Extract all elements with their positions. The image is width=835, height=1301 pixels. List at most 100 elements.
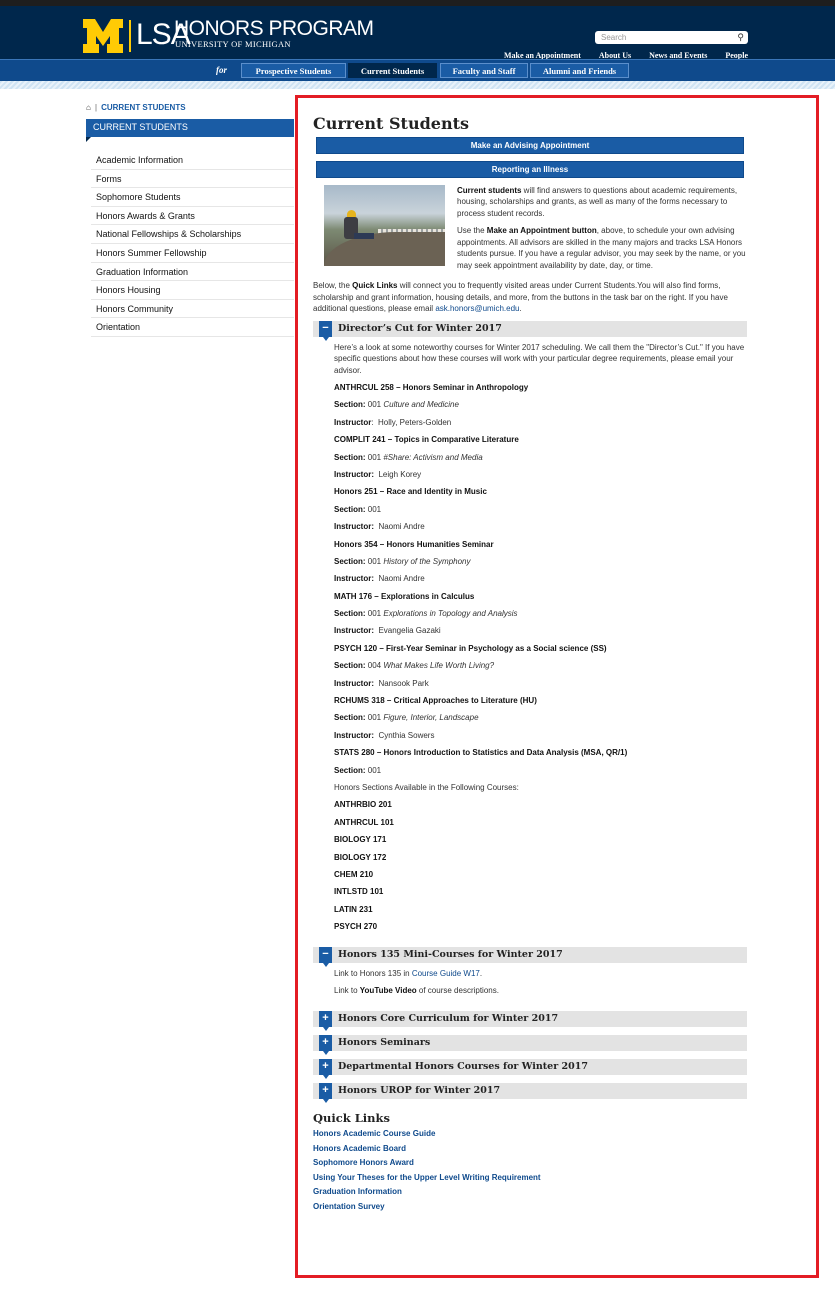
course-detail-row: Instructor: Holly, Peters-Golden (334, 417, 749, 434)
course-title-row: Honors 354 – Honors Humanities Seminar (334, 539, 749, 556)
detail-label: Section: (334, 609, 366, 619)
course-guide-link[interactable]: Course Guide W17 (412, 969, 480, 978)
course-title: PSYCH 270 (334, 922, 378, 932)
site-header: LSA HONORS PROGRAM UNIVERSITY OF MICHIGA… (0, 6, 835, 60)
sidebar-item-honors-awards[interactable]: Honors Awards & Grants (91, 207, 294, 226)
accordion-honors-seminars[interactable]: + Honors Seminars (313, 1034, 747, 1055)
directors-cut-intro: Here’s a look at some noteworthy courses… (334, 342, 745, 375)
detail-label: Instructor (334, 417, 372, 427)
quick-link-orientation-survey[interactable]: Orientation Survey (313, 1201, 749, 1216)
tab-faculty-staff[interactable]: Faculty and Staff (440, 63, 528, 78)
expand-icon[interactable]: + (319, 1058, 332, 1079)
course-detail-row: Section: 001 (334, 504, 749, 521)
sidebar-item-honors-community[interactable]: Honors Community (91, 300, 294, 319)
accordion-title[interactable]: Honors 135 Mini-Courses for Winter 2017 (338, 947, 563, 963)
accordion-honors-urop[interactable]: + Honors UROP for Winter 2017 (313, 1082, 747, 1103)
student-photo (324, 184, 445, 266)
accordion-directors-cut[interactable]: − Director’s Cut for Winter 2017 (313, 320, 747, 341)
course-title: INTLSTD 101 (334, 887, 384, 897)
sidebar-item-national-fellowships[interactable]: National Fellowships & Scholarships (91, 225, 294, 244)
detail-topic: #Share: Activism and Media (383, 452, 483, 462)
course-title: STATS 280 – Honors Introduction to Stati… (334, 748, 628, 758)
email-link[interactable]: ask.honors@umich.edu (435, 304, 519, 313)
detail-label: Instructor: (334, 678, 374, 688)
quick-link-graduation-information[interactable]: Graduation Information (313, 1186, 749, 1201)
accordion-title[interactable]: Honors Seminars (338, 1035, 430, 1051)
course-title-row: LATIN 231 (334, 904, 749, 921)
expand-icon[interactable]: + (319, 1082, 332, 1103)
course-title: Honors 354 – Honors Humanities Seminar (334, 539, 494, 549)
quick-link-academic-board[interactable]: Honors Academic Board (313, 1143, 749, 1158)
tab-current-students[interactable]: Current Students (348, 63, 437, 78)
accordion-title[interactable]: Honors UROP for Winter 2017 (338, 1083, 500, 1099)
main-content: Current Students Make an Advising Appoin… (313, 114, 749, 1216)
reporting-illness-button[interactable]: Reporting an Illness (316, 160, 744, 178)
detail-value: Evangelia Gazaki (374, 626, 441, 636)
detail-label: Instructor: (334, 626, 374, 636)
youtube-video-link[interactable]: YouTube Video (360, 986, 417, 995)
expand-icon[interactable]: + (319, 1034, 332, 1055)
accordion-honors-135[interactable]: − Honors 135 Mini-Courses for Winter 201… (313, 946, 747, 967)
accordion-title[interactable]: Honors Core Curriculum for Winter 2017 (338, 1011, 558, 1027)
block-m-logo-icon[interactable] (83, 19, 123, 53)
sidebar-item-forms[interactable]: Forms (91, 170, 294, 189)
quick-link-course-guide[interactable]: Honors Academic Course Guide (313, 1128, 749, 1143)
detail-label: Section: (334, 713, 366, 723)
course-title: ANTHRBIO 201 (334, 800, 392, 810)
expand-icon[interactable]: + (319, 1010, 332, 1031)
sidebar-item-academic-information[interactable]: Academic Information (91, 151, 294, 170)
collapse-icon[interactable]: − (319, 946, 332, 967)
sidebar-item-orientation[interactable]: Orientation (91, 318, 294, 337)
course-detail-row: Section: 001 (334, 765, 749, 782)
sidebar-item-graduation-information[interactable]: Graduation Information (91, 263, 294, 282)
detail-value: Cynthia Sowers (374, 730, 435, 740)
course-title-row: PSYCH 120 – First-Year Seminar in Psycho… (334, 643, 749, 660)
course-note: Honors Sections Available in the Followi… (334, 782, 519, 792)
detail-value: Leigh Korey (374, 469, 422, 479)
detail-label: Instructor: (334, 730, 374, 740)
course-title: COMPLIT 241 – Topics in Comparative Lite… (334, 435, 519, 445)
sidebar-item-sophomore-students[interactable]: Sophomore Students (91, 188, 294, 207)
course-title-row: ANTHRBIO 201 (334, 799, 749, 816)
course-title-row: MATH 176 – Explorations in Calculus (334, 591, 749, 608)
course-note-row: Honors Sections Available in the Followi… (334, 782, 749, 799)
tab-prospective-students[interactable]: Prospective Students (241, 63, 346, 78)
search-icon[interactable]: ⚲ (737, 31, 744, 44)
accordion-title[interactable]: Departmental Honors Courses for Winter 2… (338, 1059, 588, 1075)
intro-paragraph-2: Use the Make an Appointment button, abov… (457, 226, 746, 270)
page-title: Current Students (313, 114, 469, 133)
search-input[interactable]: Search ⚲ (595, 31, 748, 44)
quick-link-theses-writing[interactable]: Using Your Theses for the Upper Level Wr… (313, 1172, 749, 1187)
breadcrumb-separator: | (94, 103, 98, 112)
tab-alumni-friends[interactable]: Alumni and Friends (530, 63, 629, 78)
course-title-row: PSYCH 270 (334, 921, 749, 938)
detail-topic: Explorations in Topology and Analysis (383, 609, 518, 619)
breadcrumb-current[interactable]: CURRENT STUDENTS (101, 103, 185, 112)
sidebar-item-summer-fellowship[interactable]: Honors Summer Fellowship (91, 244, 294, 263)
logo-university: UNIVERSITY OF MICHIGAN (175, 39, 291, 49)
quick-link-sophomore-award[interactable]: Sophomore Honors Award (313, 1157, 749, 1172)
detail-label: Section: (334, 400, 366, 410)
accordion-departmental-honors[interactable]: + Departmental Honors Courses for Winter… (313, 1058, 747, 1079)
make-advising-appointment-button[interactable]: Make an Advising Appointment (316, 136, 744, 154)
course-guide-line: Link to Honors 135 in Course Guide W17. (334, 968, 483, 978)
decorative-stripes (0, 81, 835, 89)
search-placeholder: Search (601, 33, 627, 42)
course-title: RCHUMS 318 – Critical Approaches to Lite… (334, 696, 537, 706)
home-icon[interactable]: ⌂ (86, 103, 91, 112)
detail-label: Section: (334, 504, 366, 514)
accordion-core-curriculum[interactable]: + Honors Core Curriculum for Winter 2017 (313, 1010, 747, 1031)
course-detail-row: Section: 004 What Makes Life Worth Livin… (334, 660, 749, 677)
sidebar-item-honors-housing[interactable]: Honors Housing (91, 281, 294, 300)
breadcrumb: ⌂ | CURRENT STUDENTS (86, 103, 186, 112)
course-title: PSYCH 120 – First-Year Seminar in Psycho… (334, 643, 607, 653)
logo-program-title[interactable]: HONORS PROGRAM (174, 17, 374, 41)
course-title-row: RCHUMS 318 – Critical Approaches to Lite… (334, 695, 749, 712)
logo-divider (129, 20, 131, 52)
accordion-title[interactable]: Director’s Cut for Winter 2017 (338, 321, 502, 337)
course-title-row: ANTHRCUL 258 – Honors Seminar in Anthrop… (334, 382, 749, 399)
detail-value: 001 (365, 504, 382, 514)
accordion-body-directors-cut: Here’s a look at some noteworthy courses… (313, 337, 749, 939)
collapse-icon[interactable]: − (319, 320, 332, 341)
sidebar-title[interactable]: CURRENT STUDENTS (86, 119, 294, 137)
